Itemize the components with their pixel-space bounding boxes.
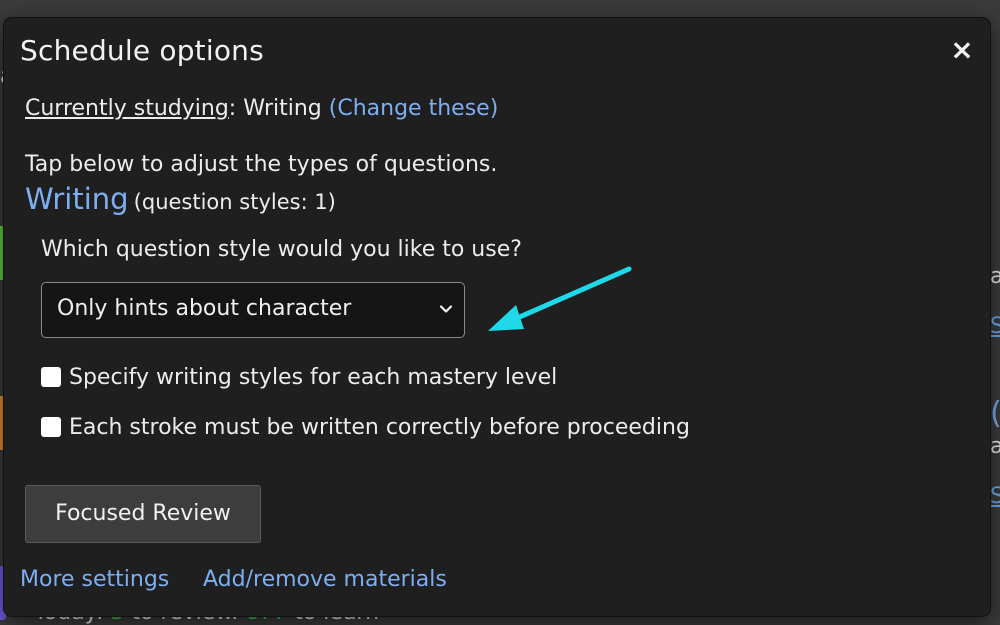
mastery-level-styles-label: Specify writing styles for each mastery …: [69, 365, 558, 390]
dialog-title: Schedule options: [20, 34, 264, 67]
question-style-selected-value: Only hints about character: [57, 296, 352, 321]
background-right-fragment: a: [990, 264, 1000, 289]
skill-writing-link[interactable]: Writing: [25, 182, 129, 216]
stroke-correct-label: Each stroke must be written correctly be…: [69, 415, 690, 440]
question-styles-count: (question styles: 1): [133, 190, 336, 214]
skill-row: Writing (question styles: 1): [25, 182, 336, 216]
question-style-prompt: Which question style would you like to u…: [41, 237, 522, 262]
add-remove-materials-link[interactable]: Add/remove materials: [203, 567, 447, 592]
chevron-down-icon: [439, 305, 453, 313]
change-these-link[interactable]: (Change these): [329, 96, 499, 121]
stroke-correct-option[interactable]: Each stroke must be written correctly be…: [41, 415, 690, 440]
question-style-select[interactable]: Only hints about character: [41, 282, 465, 338]
focused-review-button[interactable]: Focused Review: [25, 485, 261, 543]
currently-studying-row: Currently studying: Writing (Change thes…: [25, 96, 499, 121]
background-right-fragment: a: [990, 434, 1000, 459]
background-right-link[interactable]: S: [990, 484, 1000, 509]
intro-text: Tap below to adjust the types of questio…: [25, 152, 498, 177]
annotation-arrow-icon: [488, 266, 632, 331]
currently-studying-value: Writing: [243, 96, 322, 121]
background-right-link[interactable]: S: [990, 314, 1000, 339]
more-settings-link[interactable]: More settings: [20, 567, 169, 592]
mastery-level-styles-checkbox[interactable]: [41, 367, 61, 387]
stroke-correct-checkbox[interactable]: [41, 417, 61, 437]
currently-studying-label[interactable]: Currently studying: [25, 96, 229, 121]
mastery-level-styles-option[interactable]: Specify writing styles for each mastery …: [41, 365, 557, 390]
schedule-options-dialog: Schedule options × Currently studying: W…: [4, 18, 990, 616]
background-right-fragment: (: [990, 396, 1000, 431]
close-icon[interactable]: ×: [948, 34, 976, 66]
